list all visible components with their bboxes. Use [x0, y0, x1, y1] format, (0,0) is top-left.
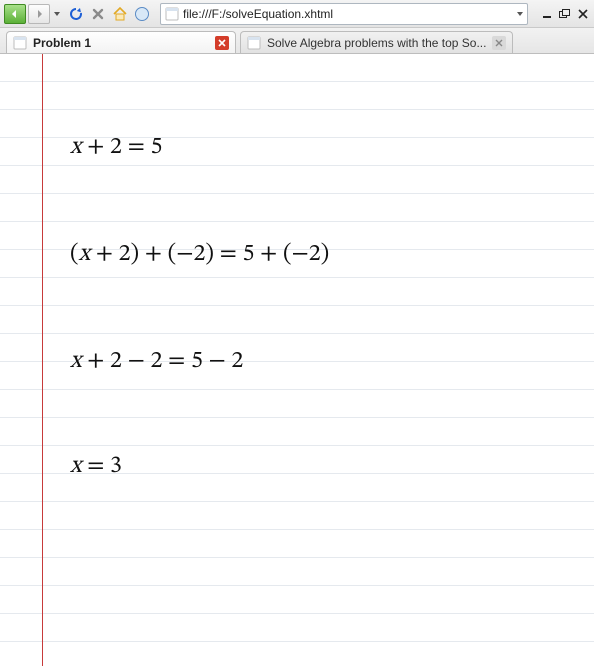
window-controls — [540, 7, 590, 21]
equation-step-3: x + 2 − 2 = 5 − 2 — [70, 346, 243, 376]
stop-button[interactable] — [88, 4, 108, 24]
address-bar-text: file:///F:/solveEquation.xhtml — [183, 7, 513, 21]
equation-step-4: x = 3 — [70, 451, 122, 481]
equation-step-2: (x + 2) + (−2) = 5 + (−2) — [70, 239, 329, 269]
address-bar[interactable]: file:///F:/solveEquation.xhtml — [160, 3, 528, 25]
equation-step-1: x + 2 = 5 — [70, 132, 162, 162]
paper-margin-line — [42, 54, 43, 666]
tab-label: Problem 1 — [33, 36, 209, 50]
back-button[interactable] — [4, 4, 26, 24]
tab-solve-algebra[interactable]: Solve Algebra problems with the top So..… — [240, 31, 513, 53]
home-button[interactable] — [110, 4, 130, 24]
reload-button[interactable] — [66, 4, 86, 24]
address-dropdown-icon[interactable] — [517, 12, 523, 16]
browser-toolbar: file:///F:/solveEquation.xhtml — [0, 0, 594, 28]
tab-strip: Problem 1 Solve Algebra problems with th… — [0, 28, 594, 54]
history-dropdown[interactable] — [54, 12, 60, 16]
feeds-button[interactable] — [132, 4, 152, 24]
tab-close-button[interactable] — [215, 36, 229, 50]
tab-close-button[interactable] — [492, 36, 506, 50]
minimize-button[interactable] — [540, 7, 554, 21]
page-icon — [247, 36, 261, 50]
page-favicon — [165, 7, 179, 21]
maximize-button[interactable] — [558, 7, 572, 21]
tab-problem-1[interactable]: Problem 1 — [6, 31, 236, 53]
page-content: x + 2 = 5 (x + 2) + (−2) = 5 + (−2) x + … — [0, 54, 594, 666]
close-window-button[interactable] — [576, 7, 590, 21]
tab-label: Solve Algebra problems with the top So..… — [267, 36, 486, 50]
page-icon — [13, 36, 27, 50]
forward-button[interactable] — [28, 4, 50, 24]
